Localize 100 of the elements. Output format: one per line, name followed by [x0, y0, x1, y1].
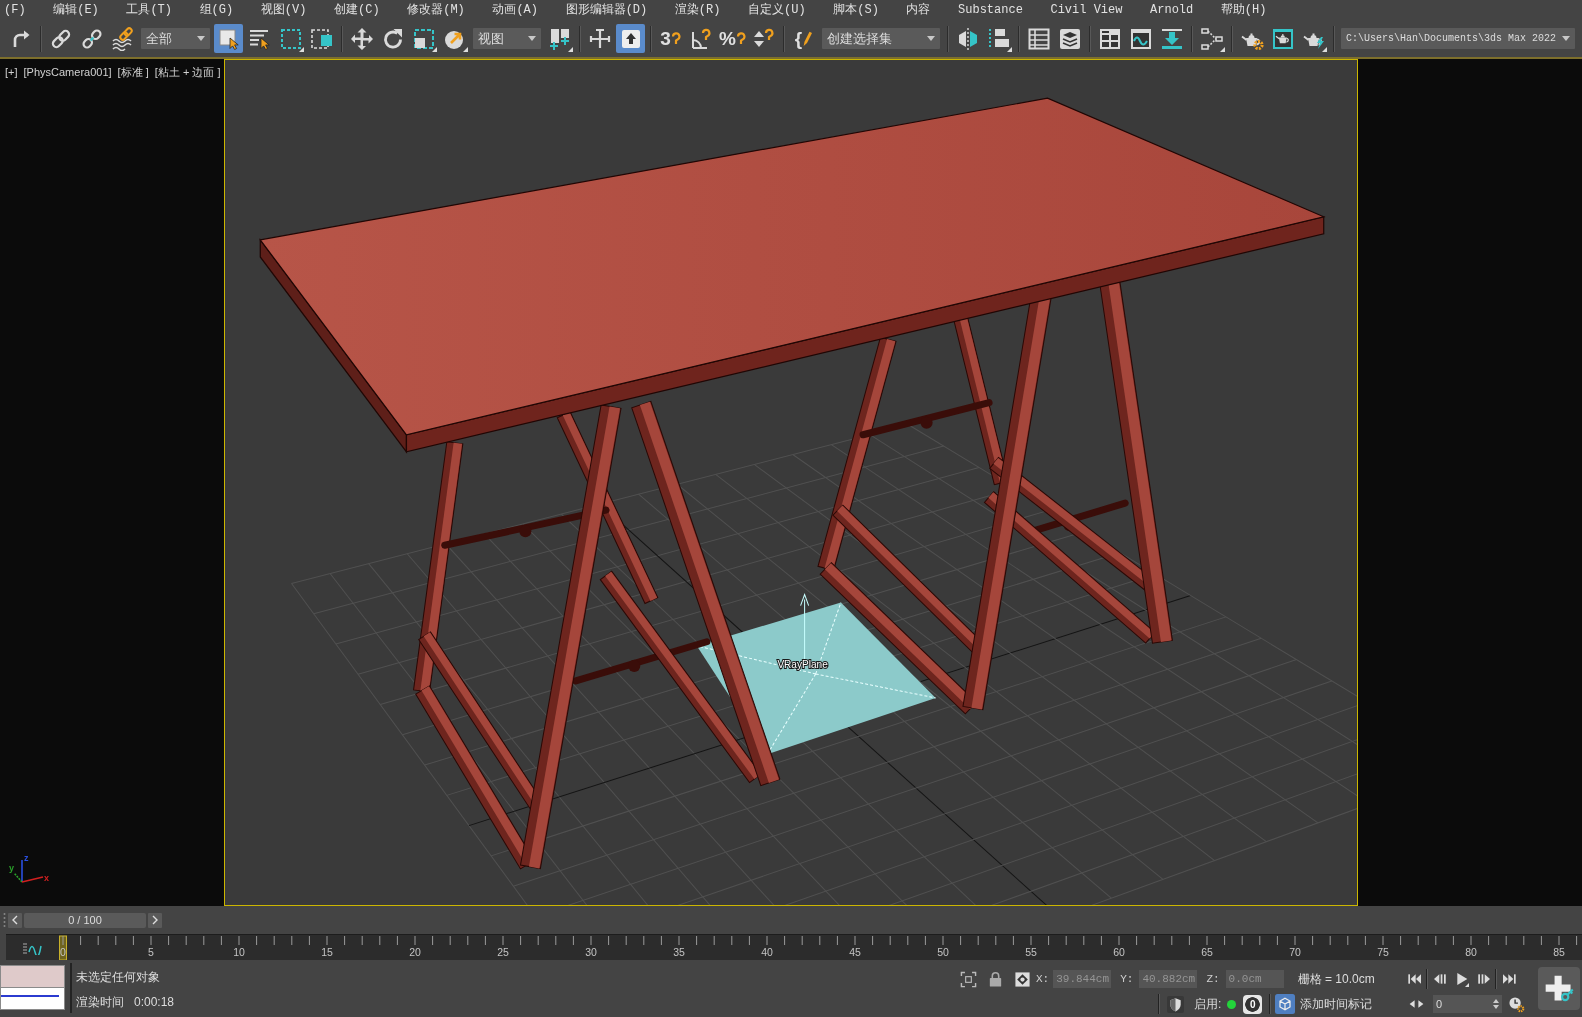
- shield-button[interactable]: [1166, 995, 1184, 1013]
- menu-item[interactable]: 帮助(H): [1207, 1, 1281, 19]
- render-time-value: 0:00:18: [134, 994, 175, 1011]
- menu-item[interactable]: 组(G): [185, 1, 247, 19]
- named-selection-button[interactable]: {: [789, 24, 818, 53]
- frame-number: 25: [497, 946, 509, 958]
- menu-item[interactable]: Substance: [944, 1, 1037, 19]
- previous-frame-button[interactable]: [8, 912, 22, 928]
- viewport-label[interactable]: [标准 ]: [117, 65, 149, 79]
- axis-label: y: [9, 863, 14, 873]
- script-output-field[interactable]: [0, 988, 65, 1010]
- prompt-text: 未选定任何对象: [76, 969, 160, 986]
- script-input-field[interactable]: [0, 965, 65, 988]
- menu-item[interactable]: Civil View: [1036, 1, 1137, 19]
- menu-item[interactable]: 编辑(E): [39, 1, 113, 19]
- dropdown[interactable]: 创建选择集: [822, 28, 940, 49]
- current-frame-marker[interactable]: [59, 935, 67, 961]
- set-key-button[interactable]: [1538, 967, 1580, 1010]
- dashed-half-square-icon: [309, 26, 334, 51]
- viewport-label[interactable]: [PhysCamera001]: [23, 65, 112, 79]
- flyout-triangle-icon: [1465, 983, 1469, 987]
- caret-icon: [927, 36, 935, 41]
- panel-grid-icon: [1097, 26, 1122, 51]
- pencil-icon: [802, 30, 813, 47]
- frame-number: 5: [148, 946, 154, 958]
- render-time-label: 渲染时间: [76, 994, 124, 1011]
- frame-number: 40: [761, 946, 773, 958]
- menu-item[interactable]: 渲染(R): [661, 1, 735, 19]
- menu-item[interactable]: (F): [0, 1, 40, 19]
- dashed-square-icon: [278, 26, 303, 51]
- isolate-button[interactable]: [959, 970, 977, 988]
- download-bar-icon: [1159, 26, 1184, 51]
- frame-number: 45: [849, 946, 861, 958]
- scale-icon: [411, 26, 436, 51]
- frame-number: 70: [1289, 946, 1301, 958]
- diamond-square-icon: [1013, 970, 1031, 988]
- menu-item[interactable]: 动画(A): [478, 1, 552, 19]
- node-graph-icon: [1199, 26, 1224, 51]
- viewport-label[interactable]: [粘土 + 边面 ]: [154, 65, 221, 79]
- caret-icon: [197, 36, 205, 41]
- magnet-hook-icon: [735, 30, 746, 47]
- frame-number: 0: [60, 946, 66, 958]
- viewport-label[interactable]: [+]: [5, 65, 18, 79]
- add-time-tag-button[interactable]: 添加时间标记: [1300, 995, 1373, 1013]
- frame-number: 30: [585, 946, 597, 958]
- skip-back-icon: [1406, 971, 1423, 987]
- next-frame-button[interactable]: [148, 912, 162, 928]
- caret-icon: [528, 36, 536, 41]
- curve-icon: [21, 940, 42, 955]
- cube-button[interactable]: [1275, 994, 1296, 1014]
- frame-number: 15: [321, 946, 333, 958]
- frame-number: 65: [1201, 946, 1213, 958]
- axis-label: Z:: [1206, 971, 1220, 987]
- angle-snap-icon: [689, 26, 714, 51]
- frame-number: 75: [1377, 946, 1389, 958]
- axis-label: Y:: [1120, 971, 1134, 987]
- clock-gear-icon: [1508, 995, 1525, 1013]
- menu-item[interactable]: 内容: [892, 1, 945, 19]
- layers-icon: [1057, 26, 1082, 51]
- menu-item[interactable]: 修改器(M): [393, 1, 479, 19]
- magnet-hook-icon: [670, 30, 681, 47]
- grip-icon: [3, 912, 6, 928]
- time-config-button[interactable]: [1508, 995, 1525, 1013]
- axis-tripod-drawing: [13, 859, 44, 883]
- menu-item[interactable]: Arnold: [1136, 1, 1208, 19]
- count-badge[interactable]: 0: [1243, 994, 1263, 1014]
- menu-item[interactable]: 创建(C): [320, 1, 394, 19]
- menu-item[interactable]: 图形编辑器(D): [551, 1, 662, 19]
- spinner-arrows-icon: [1493, 998, 1499, 1010]
- shortcut-override-button[interactable]: [616, 24, 645, 53]
- menu-item[interactable]: 视图(V): [247, 1, 321, 19]
- snap-button[interactable]: 3: [656, 24, 685, 53]
- frame-number: 35: [673, 946, 685, 958]
- chevron-right-icon: [152, 915, 158, 925]
- menu-item[interactable]: 脚本(S): [819, 1, 893, 19]
- time-slider-track[interactable]: 0 / 100: [8, 910, 1582, 930]
- cursor-square-icon: [216, 26, 241, 51]
- menu-item[interactable]: 自定义(U): [734, 1, 820, 19]
- frame-number: 50: [937, 946, 949, 958]
- frame-field[interactable]: 0: [1433, 995, 1502, 1013]
- axis-label: X:: [1036, 971, 1050, 987]
- dropdown[interactable]: 视图: [473, 28, 541, 49]
- cube-icon: [1275, 994, 1296, 1014]
- transform-mode-button[interactable]: [1013, 970, 1031, 988]
- dropdown[interactable]: C:\Users\Han\Documents\3ds Max 2022: [1341, 28, 1575, 49]
- enable-label: 启用:: [1194, 996, 1222, 1013]
- time-slider-thumb[interactable]: 0 / 100: [24, 912, 146, 928]
- percent-snap-button[interactable]: %: [718, 24, 747, 53]
- wave-chain-icon: [110, 26, 135, 51]
- grid-spacing-text: 栅格 = 10.0cm: [1297, 971, 1375, 988]
- dropdown[interactable]: 全部: [141, 28, 210, 49]
- menu-item[interactable]: 工具(T): [112, 1, 186, 19]
- frame-number: 10: [233, 946, 245, 958]
- axis-label: x: [44, 873, 49, 883]
- shield-icon: [1166, 995, 1184, 1013]
- curve-window-icon: [1128, 26, 1153, 51]
- teapot-window-icon: [1270, 26, 1295, 51]
- chevron-left-icon: [12, 915, 18, 925]
- frame-number: 85: [1553, 946, 1565, 958]
- select-button[interactable]: [214, 24, 243, 53]
